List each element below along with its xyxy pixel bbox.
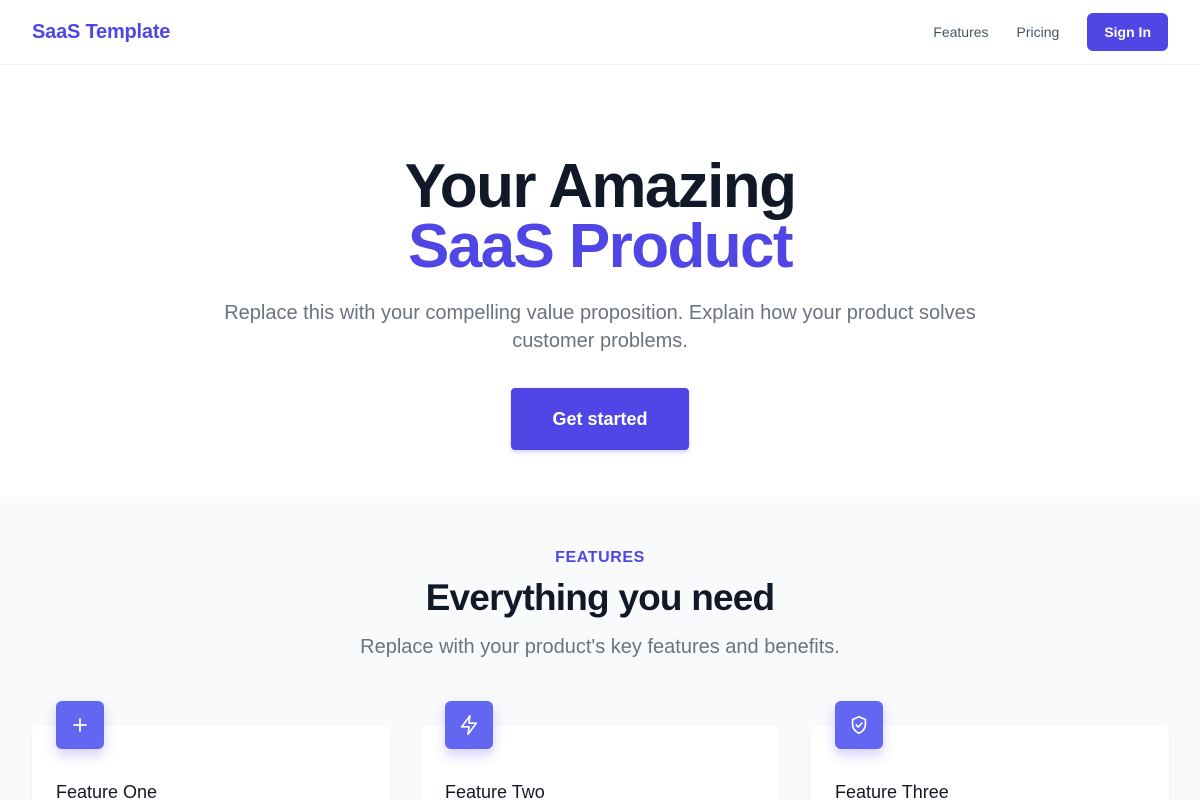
feature-name: Feature Two	[445, 782, 545, 800]
plus-icon	[56, 701, 104, 749]
feature-name: Feature One	[56, 782, 158, 800]
nav-link-features[interactable]: Features	[933, 24, 988, 40]
get-started-button[interactable]: Get started	[511, 388, 689, 450]
brand-logo-link[interactable]: SaaS Template	[32, 21, 170, 44]
nav-menu: Features Pricing Sign In	[933, 13, 1168, 51]
nav-link-pricing[interactable]: Pricing	[1017, 24, 1060, 40]
hero-title-line-2: SaaS Product	[408, 212, 794, 281]
shield-check-icon	[835, 701, 883, 749]
feature-name: Feature Three	[835, 782, 949, 800]
sign-in-button[interactable]: Sign In	[1087, 13, 1168, 51]
features-eyebrow: FEATURES	[555, 549, 645, 566]
hero-title: Your Amazing SaaS Product	[0, 152, 1200, 281]
hero-section: Your Amazing SaaS Product Replace this w…	[0, 65, 1200, 497]
hero-subtitle: Replace this with your compelling value …	[224, 302, 976, 352]
feature-card-three: Feature Three	[811, 701, 1169, 800]
feature-card-two: Feature Two	[421, 701, 779, 800]
feature-card-one: Feature One	[32, 701, 390, 800]
features-section: FEATURES Everything you need Replace wit…	[0, 497, 1200, 800]
features-title: Everything you need	[425, 577, 776, 618]
features-subtitle: Replace with your product's key features…	[360, 636, 840, 658]
lightning-bolt-icon	[445, 701, 493, 749]
hero-title-line-1: Your Amazing	[404, 152, 797, 221]
top-navbar: SaaS Template Features Pricing Sign In	[0, 0, 1200, 65]
